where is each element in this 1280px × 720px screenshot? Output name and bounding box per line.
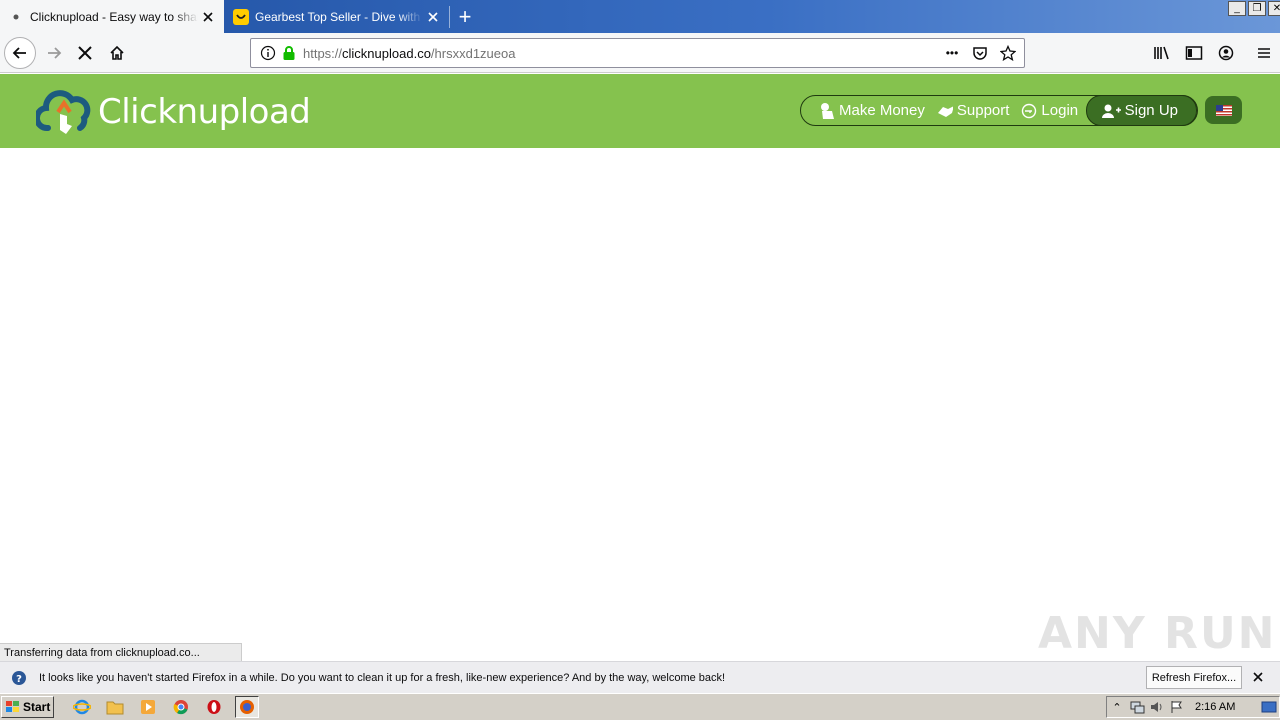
question-icon: ? xyxy=(12,670,26,685)
volume-icon[interactable] xyxy=(1147,698,1167,716)
account-icon[interactable] xyxy=(1210,37,1242,69)
svg-text:?: ? xyxy=(16,674,22,685)
notification-bar: ? It looks like you haven't started Fire… xyxy=(0,661,1280,693)
file-explorer-icon[interactable] xyxy=(103,696,127,718)
loading-dot-icon xyxy=(8,9,24,25)
home-button[interactable] xyxy=(101,37,133,69)
windows-logo-icon xyxy=(6,701,19,712)
notification-message: It looks like you haven't started Firefo… xyxy=(39,671,726,684)
pocket-icon[interactable] xyxy=(970,44,990,62)
window-controls: _ ❐ ✕ xyxy=(1228,1,1280,16)
sidebar-icon[interactable] xyxy=(1178,37,1210,69)
forward-button[interactable] xyxy=(38,37,70,69)
bookmark-star-icon[interactable] xyxy=(998,44,1018,62)
tab-clicknupload[interactable]: Clicknupload - Easy way to share your fi… xyxy=(0,0,224,33)
site-nav: Make Money Support Login Sign Up xyxy=(800,95,1198,126)
start-button[interactable]: Start xyxy=(1,696,54,718)
menu-hamburger-icon[interactable] xyxy=(1248,37,1280,69)
language-selector[interactable] xyxy=(1205,96,1242,124)
tab-title: Gearbest Top Seller - Dive with the best xyxy=(255,9,423,24)
system-tray: ⌃ 2:16 AM xyxy=(1106,696,1280,718)
refresh-firefox-button[interactable]: Refresh Firefox... xyxy=(1146,666,1242,689)
url-bar[interactable]: https://clicknupload.co/hrsxxd1zueoa ••• xyxy=(250,38,1025,68)
tab-separator xyxy=(449,6,450,28)
close-tab-icon[interactable] xyxy=(423,7,443,27)
site-info-icon[interactable] xyxy=(260,45,276,61)
close-window-button[interactable]: ✕ xyxy=(1268,1,1280,16)
taskbar: Start ⌃ 2:16 AM xyxy=(0,693,1280,720)
stop-x-icon xyxy=(78,46,92,60)
forward-arrow-icon xyxy=(48,47,62,59)
back-button[interactable] xyxy=(4,37,36,69)
anyrun-watermark: ANY RUN xyxy=(1038,608,1277,659)
tab-gearbest[interactable]: Gearbest Top Seller - Dive with the best xyxy=(225,0,449,33)
sign-up-button[interactable]: Sign Up xyxy=(1085,95,1197,126)
url-text: https://clicknupload.co/hrsxxd1zueoa xyxy=(303,45,516,61)
chrome-icon[interactable] xyxy=(169,696,193,718)
library-icon[interactable] xyxy=(1146,37,1178,69)
support-link[interactable]: Support xyxy=(931,96,1016,125)
close-tab-icon[interactable] xyxy=(198,7,218,27)
make-money-link[interactable]: Make Money xyxy=(801,96,931,125)
navigation-toolbar: https://clicknupload.co/hrsxxd1zueoa ••• xyxy=(0,33,1280,73)
status-panel: Transferring data from clicknupload.co..… xyxy=(0,643,242,661)
firefox-taskbar-icon[interactable] xyxy=(235,696,259,718)
page-content xyxy=(0,148,1280,661)
internet-explorer-icon[interactable] xyxy=(70,696,94,718)
network-icon[interactable] xyxy=(1127,698,1147,716)
taskbar-clock[interactable]: 2:16 AM xyxy=(1195,701,1235,713)
site-header: Clicknupload Make Money Support Login Si… xyxy=(0,74,1280,148)
cloud-upload-logo-icon xyxy=(36,90,91,134)
logo-text: Clicknupload xyxy=(98,92,311,132)
new-tab-button[interactable]: + xyxy=(452,4,478,30)
page-actions-button[interactable]: ••• xyxy=(942,44,962,62)
user-plus-icon xyxy=(1101,103,1121,119)
site-logo[interactable]: Clicknupload xyxy=(36,88,311,136)
lock-icon xyxy=(283,46,295,60)
tab-title: Clicknupload - Easy way to share your fi… xyxy=(30,9,198,24)
show-hidden-icons-icon[interactable]: ⌃ xyxy=(1107,698,1127,716)
action-center-flag-icon[interactable] xyxy=(1167,698,1187,716)
close-notification-icon[interactable] xyxy=(1249,668,1267,686)
media-player-icon[interactable] xyxy=(136,696,160,718)
tab-strip: Clicknupload - Easy way to share your fi… xyxy=(0,0,1280,33)
show-desktop-icon[interactable] xyxy=(1259,698,1279,716)
home-icon xyxy=(110,45,124,60)
login-link[interactable]: Login xyxy=(1015,96,1084,125)
restore-button[interactable]: ❐ xyxy=(1248,1,1266,16)
handshake-icon xyxy=(937,103,953,119)
us-flag-icon xyxy=(1215,104,1232,116)
stop-button[interactable] xyxy=(69,37,101,69)
gearbest-logo-icon xyxy=(233,8,249,25)
back-arrow-icon xyxy=(12,47,26,59)
key-icon xyxy=(1021,103,1037,119)
opera-icon[interactable] xyxy=(202,696,226,718)
money-bag-icon xyxy=(819,102,835,119)
minimize-button[interactable]: _ xyxy=(1228,1,1246,16)
